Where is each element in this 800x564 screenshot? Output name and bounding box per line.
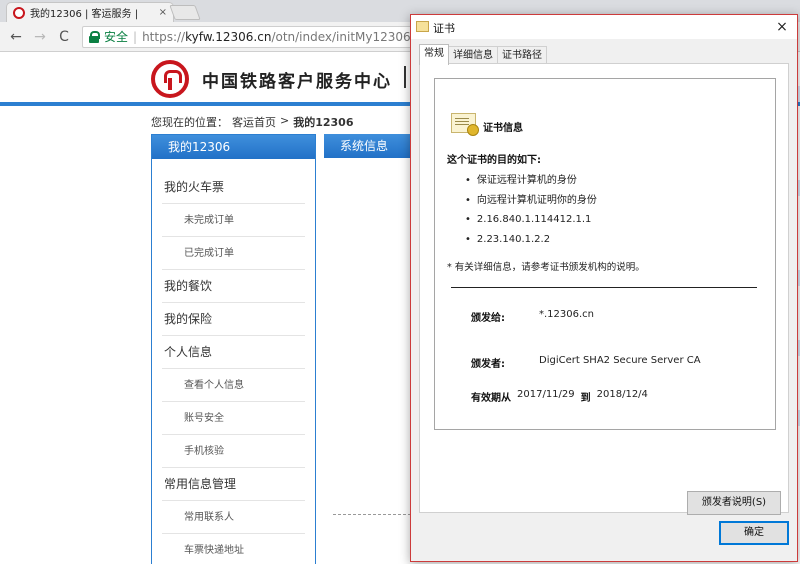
issued-by-label: 颁发者: — [471, 359, 505, 370]
certificate-separator — [451, 287, 757, 288]
certificate-title-icon — [416, 21, 429, 32]
certificate-dialog: 证书 × 常规 详细信息 证书路径 证书信息 这个证书的目的如下: 保证远程计算… — [410, 14, 798, 562]
new-tab-button[interactable] — [169, 5, 201, 20]
certificate-icon — [451, 113, 479, 136]
certificate-info-box: 证书信息 这个证书的目的如下: 保证远程计算机的身份 向远程计算机证明你的身份 … — [434, 78, 776, 430]
purpose-item: 2.16.840.1.114412.1.1 — [465, 210, 597, 230]
sidebar-item[interactable]: 手机核验 — [162, 435, 305, 468]
sidebar-item[interactable]: 已完成订单 — [162, 237, 305, 270]
system-info-header: 系统信息 — [324, 134, 414, 158]
header-divider — [404, 66, 406, 88]
issuer-statement-button[interactable]: 颁发者说明(S) — [687, 491, 781, 515]
lock-icon[interactable] — [89, 30, 100, 43]
back-icon[interactable]: ← — [6, 27, 26, 47]
tab-title: 我的12306 | 客运服务 | — [30, 9, 139, 20]
valid-to-value: 2018/12/4 — [596, 389, 648, 400]
issued-by-value: DigiCert SHA2 Secure Server CA — [539, 355, 701, 366]
dialog-close-icon[interactable]: × — [773, 18, 791, 36]
details-note: * 有关详细信息，请参考证书颁发机构的说明。 — [447, 262, 645, 273]
secure-label[interactable]: 安全 — [104, 28, 128, 45]
railway-logo-icon[interactable] — [151, 60, 189, 98]
sidebar-item[interactable]: 常用信息管理 — [162, 468, 305, 501]
breadcrumb: 您现在的位置： 客运首页 > 我的12306 — [151, 114, 354, 130]
dialog-title: 证书 — [433, 22, 455, 35]
breadcrumb-prefix: 您现在的位置： — [151, 116, 228, 129]
breadcrumb-separator: > — [280, 114, 290, 127]
sidebar-item[interactable]: 常用联系人 — [162, 501, 305, 534]
site-title: 中国铁路客户服务中心 — [202, 72, 392, 92]
purpose-item: 2.23.140.1.2.2 — [465, 230, 597, 250]
dashed-divider — [333, 514, 411, 515]
sidebar-item[interactable]: 个人信息 — [162, 336, 305, 369]
dialog-tabs: 常规 详细信息 证书路径 — [419, 44, 547, 65]
sidebar-item[interactable]: 未完成订单 — [162, 204, 305, 237]
certificate-info-heading: 证书信息 — [483, 123, 523, 134]
issued-to-label: 颁发给: — [471, 313, 505, 324]
sidebar-item[interactable]: 车票快递地址 — [162, 534, 305, 564]
breadcrumb-home-link[interactable]: 客运首页 — [232, 114, 276, 130]
reload-icon[interactable]: C — [54, 27, 74, 47]
sidebar-menu: 我的火车票 未完成订单 已完成订单 我的餐饮 我的保险 个人信息 查看个人信息 账号安全 手机核… — [152, 171, 315, 564]
validity-period: 有效期从 2017/11/29 到 2018/12/4 — [471, 389, 648, 404]
tab-general[interactable]: 常规 — [419, 44, 449, 65]
purpose-list: 保证远程计算机的身份 向远程计算机证明你的身份 2.16.840.1.11441… — [465, 171, 597, 249]
url-scheme: https:// — [142, 29, 186, 44]
sidebar-item[interactable]: 我的火车票 — [162, 171, 305, 204]
breadcrumb-current: 我的12306 — [293, 116, 354, 129]
valid-to-label: 到 — [580, 393, 591, 404]
purpose-item: 保证远程计算机的身份 — [465, 171, 597, 191]
forward-icon[interactable]: → — [30, 27, 50, 47]
valid-from-label: 有效期从 — [471, 393, 511, 404]
sidebar-item[interactable]: 账号安全 — [162, 402, 305, 435]
purpose-label: 这个证书的目的如下: — [447, 155, 541, 166]
sidebar: 我的12306 我的火车票 未完成订单 已完成订单 我的餐饮 我的保险 个人信息 查看个人信… — [151, 134, 316, 564]
general-tab-panel: 证书信息 这个证书的目的如下: 保证远程计算机的身份 向远程计算机证明你的身份 … — [419, 63, 789, 515]
url-text[interactable]: https://kyfw.12306.cn/otn/index/initMy12… — [142, 30, 411, 44]
url-path: /otn/index/initMy12306 — [271, 29, 411, 44]
sidebar-item[interactable]: 我的餐饮 — [162, 270, 305, 303]
site-favicon-icon — [13, 6, 25, 19]
sidebar-header: 我的12306 — [152, 135, 315, 159]
purpose-item: 向远程计算机证明你的身份 — [465, 191, 597, 211]
url-separator: | — [133, 29, 138, 44]
browser-tab[interactable]: 我的12306 | 客运服务 | × — [6, 2, 174, 22]
tab-close-icon[interactable]: × — [159, 7, 167, 18]
url-host: kyfw.12306.cn — [185, 29, 272, 44]
ok-button[interactable]: 确定 — [719, 521, 789, 545]
valid-from-value: 2017/11/29 — [517, 389, 575, 400]
sidebar-item[interactable]: 我的保险 — [162, 303, 305, 336]
issued-to-value: *.12306.cn — [539, 309, 595, 320]
dialog-titlebar[interactable]: 证书 × — [411, 15, 797, 39]
sidebar-item[interactable]: 查看个人信息 — [162, 369, 305, 402]
